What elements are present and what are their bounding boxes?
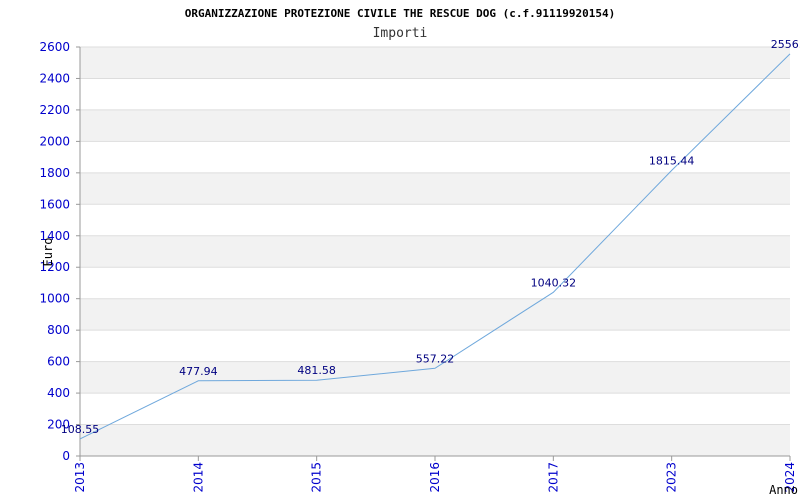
grid-band bbox=[80, 109, 790, 142]
grid-band bbox=[80, 424, 790, 456]
y-tick-label: 800 bbox=[47, 323, 70, 337]
data-label: 108.55 bbox=[61, 423, 100, 436]
grid-band bbox=[80, 172, 790, 205]
line-chart: ORGANIZZAZIONE PROTEZIONE CIVILE THE RES… bbox=[39, 7, 800, 497]
x-tick-label: 2023 bbox=[665, 462, 679, 493]
x-tick-label: 2014 bbox=[191, 462, 205, 493]
data-label: 477.94 bbox=[179, 365, 218, 378]
x-axis-ticks: 2013 2014 2015 2016 2017 2023 2024 bbox=[73, 456, 797, 493]
data-label: 557.22 bbox=[416, 352, 455, 365]
y-tick-label: 600 bbox=[47, 355, 70, 369]
x-tick-label: 2013 bbox=[73, 462, 87, 493]
x-tick-label: 2015 bbox=[310, 462, 324, 493]
grid-bands bbox=[80, 47, 790, 456]
chart-title: ORGANIZZAZIONE PROTEZIONE CIVILE THE RES… bbox=[185, 7, 615, 20]
data-label: 481.58 bbox=[297, 364, 336, 377]
chart-subtitle: Importi bbox=[373, 26, 428, 41]
data-label: 1040.32 bbox=[531, 276, 577, 289]
y-tick-label: 2200 bbox=[39, 103, 70, 117]
y-tick-label: 1800 bbox=[39, 166, 70, 180]
grid-band bbox=[80, 47, 790, 79]
grid-band bbox=[80, 298, 790, 331]
x-axis-label: Anno bbox=[769, 483, 798, 497]
data-label: 2556.4 bbox=[771, 38, 800, 51]
y-tick-label: 1000 bbox=[39, 292, 70, 306]
y-tick-label: 1600 bbox=[39, 197, 70, 211]
grid-band bbox=[80, 235, 790, 268]
data-label: 1815.44 bbox=[649, 154, 695, 167]
y-tick-label: 2400 bbox=[39, 71, 70, 85]
y-tick-label: 0 bbox=[62, 449, 70, 463]
x-tick-label: 2017 bbox=[546, 462, 560, 493]
y-tick-label: 2600 bbox=[39, 40, 70, 54]
y-axis-label: Euro bbox=[41, 238, 55, 267]
y-tick-label: 2000 bbox=[39, 134, 70, 148]
x-tick-label: 2016 bbox=[428, 462, 442, 493]
y-tick-label: 400 bbox=[47, 386, 70, 400]
